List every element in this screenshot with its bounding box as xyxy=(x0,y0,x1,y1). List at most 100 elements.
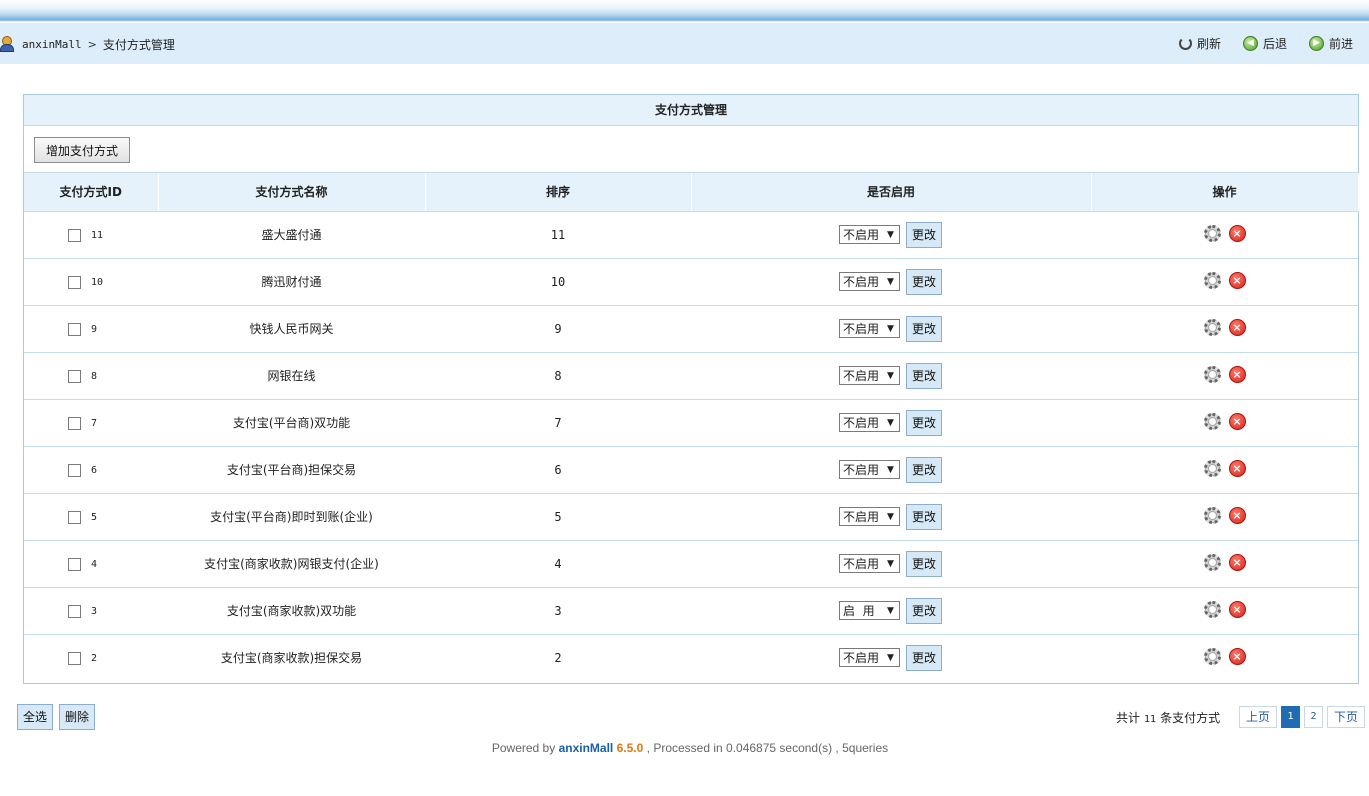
actions-cell: × xyxy=(1091,540,1358,588)
row-name: 支付宝(平台商)担保交易 xyxy=(158,446,425,494)
row-checkbox[interactable] xyxy=(68,463,81,477)
chevron-down-icon: ▼ xyxy=(887,605,894,616)
enabled-select[interactable]: 不启用 ▼ xyxy=(839,413,900,432)
delete-x-icon[interactable]: × xyxy=(1228,647,1246,665)
row-id: 8 xyxy=(91,370,98,382)
change-button[interactable]: 更改 xyxy=(906,221,942,248)
row-checkbox[interactable] xyxy=(68,228,81,242)
enabled-select-value: 不启用 xyxy=(843,228,880,242)
settings-gear-icon[interactable] xyxy=(1203,365,1221,383)
total-count: 11 xyxy=(1144,714,1157,725)
delete-x-icon[interactable]: × xyxy=(1228,553,1246,571)
enabled-select-value: 不启用 xyxy=(843,463,880,477)
forward-button[interactable]: ▶ 前进 xyxy=(1308,35,1353,52)
id-cell: 7 xyxy=(24,399,158,447)
id-cell: 8 xyxy=(24,352,158,400)
footer-powered: Powered by xyxy=(491,741,556,755)
chevron-down-icon: ▼ xyxy=(887,323,894,334)
settings-gear-icon[interactable] xyxy=(1203,318,1221,336)
row-checkbox[interactable] xyxy=(68,369,81,383)
row-sort: 8 xyxy=(425,352,691,400)
settings-gear-icon[interactable] xyxy=(1203,459,1221,477)
enabled-select[interactable]: 不启用 ▼ xyxy=(839,460,900,479)
enabled-select[interactable]: 不启用 ▼ xyxy=(839,507,900,526)
prev-page-button[interactable]: 上页 xyxy=(1239,706,1277,728)
bottom-bar: 全选 删除 共计 11 条支付方式 上页 1 2 下页 xyxy=(17,704,1365,730)
row-name: 支付宝(商家收款)担保交易 xyxy=(220,651,363,666)
row-checkbox[interactable] xyxy=(68,510,81,524)
row-id: 5 xyxy=(91,511,98,523)
chevron-down-icon: ▼ xyxy=(887,511,894,522)
settings-gear-icon[interactable] xyxy=(1203,600,1221,618)
settings-gear-icon[interactable] xyxy=(1203,506,1221,524)
delete-x-icon[interactable]: × xyxy=(1228,459,1246,477)
change-button[interactable]: 更改 xyxy=(906,644,942,671)
payment-methods-panel: 支付方式管理 增加支付方式 支付方式ID 支付方式名称 排序 是否启用 操作 1… xyxy=(23,94,1359,684)
change-button[interactable]: 更改 xyxy=(906,268,942,295)
select-all-button[interactable]: 全选 xyxy=(17,704,53,730)
enabled-cell: 不启用 ▼ 更改 xyxy=(691,352,1091,400)
change-button[interactable]: 更改 xyxy=(906,597,942,624)
table-header-row: 支付方式ID 支付方式名称 排序 是否启用 操作 xyxy=(24,173,1359,212)
delete-x-icon[interactable]: × xyxy=(1228,412,1246,430)
delete-x-icon[interactable]: × xyxy=(1228,506,1246,524)
actions-cell: × xyxy=(1091,446,1358,494)
delete-button[interactable]: 删除 xyxy=(59,704,95,730)
delete-x-icon[interactable]: × xyxy=(1228,224,1246,242)
enabled-select-value: 不启用 xyxy=(843,651,880,666)
enabled-select[interactable]: 不启用 ▼ xyxy=(839,554,900,573)
enabled-select[interactable]: 启 用 ▼ xyxy=(839,601,900,620)
id-cell: 3 xyxy=(24,587,158,635)
delete-x-icon[interactable]: × xyxy=(1228,600,1246,618)
row-checkbox[interactable] xyxy=(68,557,81,571)
delete-x-icon[interactable]: × xyxy=(1228,271,1246,289)
row-sort: 4 xyxy=(425,540,691,588)
settings-gear-icon[interactable] xyxy=(1203,412,1221,430)
enabled-select[interactable]: 不启用 ▼ xyxy=(839,319,900,338)
enabled-cell: 不启用 ▼ 更改 xyxy=(691,258,1091,306)
enabled-select[interactable]: 不启用 ▼ xyxy=(839,225,900,244)
next-page-button[interactable]: 下页 xyxy=(1327,706,1365,728)
change-button[interactable]: 更改 xyxy=(906,550,942,577)
enabled-select[interactable]: 不启用 ▼ xyxy=(839,272,900,291)
footer-brand-link[interactable]: anxinMall xyxy=(559,741,614,755)
page-2-button[interactable]: 2 xyxy=(1304,706,1323,728)
footer-processed: , Processed in 0.046875 second(s) , 5que… xyxy=(646,741,889,755)
delete-x-icon[interactable]: × xyxy=(1228,318,1246,336)
row-sort: 7 xyxy=(425,399,691,447)
row-id: 11 xyxy=(91,229,104,241)
row-checkbox[interactable] xyxy=(68,604,81,618)
enabled-select-value: 不启用 xyxy=(843,369,880,383)
refresh-icon xyxy=(1178,37,1192,50)
header-enabled: 是否启用 xyxy=(691,173,1092,212)
change-button[interactable]: 更改 xyxy=(906,503,942,530)
change-button[interactable]: 更改 xyxy=(906,456,942,483)
settings-gear-icon[interactable] xyxy=(1203,271,1221,289)
table-row: 11 盛大盛付通 11 不启用 ▼ 更改 × xyxy=(24,211,1358,259)
row-name: 支付宝(平台商)即时到账(企业) xyxy=(158,493,425,541)
change-button[interactable]: 更改 xyxy=(906,409,942,436)
change-button[interactable]: 更改 xyxy=(906,362,942,389)
back-button[interactable]: ◀ 后退 xyxy=(1242,35,1287,52)
enabled-select[interactable]: 不启用 ▼ xyxy=(839,366,900,385)
settings-gear-icon[interactable] xyxy=(1203,224,1221,242)
breadcrumb-root-link[interactable]: anxinMall xyxy=(22,38,82,51)
settings-gear-icon[interactable] xyxy=(1203,553,1221,571)
table-row: 4 支付宝(商家收款)网银支付(企业) 4 不启用 ▼ 更改 × xyxy=(24,540,1358,588)
add-payment-method-button[interactable]: 增加支付方式 xyxy=(34,137,131,163)
enabled-select[interactable]: 不启用 ▼ xyxy=(839,648,900,668)
delete-x-icon[interactable]: × xyxy=(1228,365,1246,383)
row-sort: 5 xyxy=(425,493,691,541)
change-button[interactable]: 更改 xyxy=(906,315,942,342)
row-checkbox[interactable] xyxy=(68,416,81,430)
row-checkbox[interactable] xyxy=(68,651,81,665)
table-row: 2 支付宝(商家收款)担保交易 2 不启用 ▼ 更改 × xyxy=(24,634,1358,681)
refresh-button[interactable]: 刷新 xyxy=(1178,35,1221,52)
header-id: 支付方式ID xyxy=(24,173,159,212)
row-checkbox[interactable] xyxy=(68,322,81,336)
settings-gear-icon[interactable] xyxy=(1203,647,1221,665)
row-sort: 2 xyxy=(554,650,562,665)
back-arrow-icon: ◀ xyxy=(1242,36,1258,51)
page-1-button[interactable]: 1 xyxy=(1281,706,1300,728)
row-checkbox[interactable] xyxy=(68,275,81,289)
